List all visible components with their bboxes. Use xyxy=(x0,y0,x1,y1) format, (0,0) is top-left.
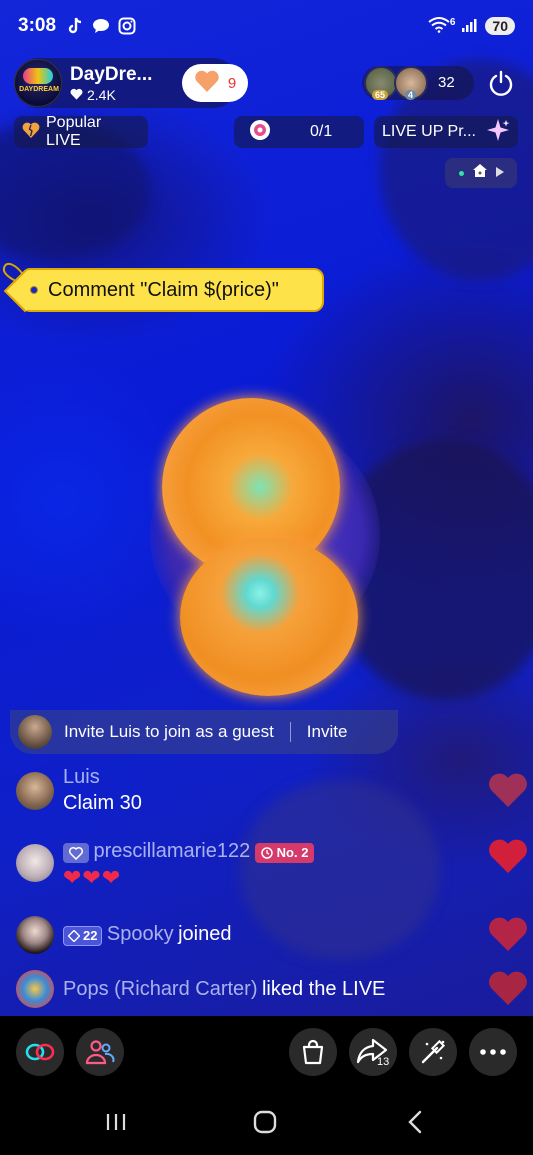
gift-goal-chip[interactable]: 0/1 xyxy=(234,116,364,148)
more-options-button[interactable] xyxy=(469,1028,517,1076)
power-icon xyxy=(489,70,513,96)
online-dot-icon xyxy=(458,170,464,176)
orange-heart-icon xyxy=(194,70,220,97)
home-icon xyxy=(472,163,488,183)
chat-text: joined xyxy=(178,923,232,945)
magic-wand-icon xyxy=(421,1039,446,1064)
chat-username[interactable]: Spooky xyxy=(107,923,174,945)
bottom-action-bar: 13 xyxy=(0,1016,533,1088)
diamond-icon xyxy=(68,929,80,942)
chat-username[interactable]: Pops (Richard Carter) xyxy=(63,978,258,1000)
heart-icon xyxy=(70,87,83,103)
host-logo-text: DAYDREAM xyxy=(19,86,59,93)
host-name: DayDre... xyxy=(70,63,153,85)
floating-heart-icon xyxy=(488,970,528,1011)
chat-message[interactable]: prescillamarie122 No. 2 ❤❤❤ xyxy=(16,840,476,896)
gift-goal-progress: 0/1 xyxy=(310,123,333,140)
chat-avatar[interactable] xyxy=(16,772,54,810)
floating-heart-icon xyxy=(488,772,528,813)
guest-invite-bar: Invite Luis to join as a guest Invite xyxy=(10,710,398,754)
guest-invite-text: Invite Luis to join as a guest xyxy=(64,722,274,741)
rank-badge-label: No. 2 xyxy=(276,845,309,861)
chat-avatar[interactable] xyxy=(16,916,54,954)
comment-prompt-tag: Comment "Claim $(price)" xyxy=(22,268,324,312)
fan-level-badge xyxy=(63,842,89,863)
guest-avatar xyxy=(18,715,52,749)
recent-apps-button[interactable] xyxy=(104,1112,128,1137)
comment-prompt-text: Comment "Claim $(price)" xyxy=(48,278,279,301)
home-nav-button[interactable] xyxy=(253,1110,279,1139)
wifi-label: 6 xyxy=(449,16,456,28)
broken-heart-icon xyxy=(22,122,40,143)
chat-avatar[interactable] xyxy=(16,970,54,1008)
battery-indicator: 70 xyxy=(485,17,515,35)
tiktok-icon xyxy=(66,17,84,35)
more-dots-icon xyxy=(480,1049,506,1055)
home-nav-icon xyxy=(253,1110,277,1134)
chat-bubble-icon xyxy=(92,17,110,35)
chat-message[interactable]: 22 Spooky joined xyxy=(16,916,476,956)
shop-button[interactable] xyxy=(289,1028,337,1076)
viewer-badge: 4 xyxy=(405,90,417,100)
invite-button[interactable]: Invite xyxy=(307,722,348,742)
host-likes-count: 2.4K xyxy=(87,86,116,103)
gift-goal-icon xyxy=(248,118,272,147)
chat-username[interactable]: prescillamarie122 xyxy=(93,840,250,862)
signal-icon xyxy=(461,18,479,35)
link-icon xyxy=(25,1043,55,1061)
status-time: 3:08 xyxy=(18,15,57,36)
popular-live-label: Popular LIVE xyxy=(46,114,102,149)
host-logo-graphic xyxy=(23,68,53,84)
shopping-bag-icon xyxy=(302,1039,324,1065)
tag-hole xyxy=(30,286,38,294)
host-profile-pill[interactable]: DAYDREAM DayDre... 2.4K 9 xyxy=(14,58,248,108)
live-up-label: LIVE UP Pr... xyxy=(382,123,476,140)
rank-badge: No. 2 xyxy=(254,842,315,863)
chat-text: Claim 30 xyxy=(63,792,142,814)
people-icon xyxy=(85,1040,115,1065)
back-nav-button[interactable] xyxy=(406,1110,424,1139)
viewer-count[interactable]: 32 xyxy=(438,74,455,91)
play-icon xyxy=(495,164,504,182)
viewer-badge: 65 xyxy=(372,90,389,100)
multi-guest-button[interactable] xyxy=(76,1028,124,1076)
exit-power-button[interactable] xyxy=(484,66,518,100)
heart-badge-icon xyxy=(69,846,83,860)
host-avatar[interactable]: DAYDREAM xyxy=(14,59,62,107)
wifi-icon xyxy=(428,16,450,36)
room-control-button[interactable] xyxy=(445,158,517,188)
system-navigation-bar xyxy=(0,1088,533,1155)
coral-polyp-bottom xyxy=(180,538,358,696)
effects-button[interactable] xyxy=(409,1028,457,1076)
recent-apps-icon xyxy=(106,1114,126,1130)
chat-text: liked the LIVE xyxy=(261,978,386,1000)
viewer-avatar[interactable]: 65 xyxy=(364,66,398,100)
clock-icon xyxy=(260,847,273,859)
chat-text: ❤❤❤ xyxy=(63,865,122,890)
sparkle-icon xyxy=(486,118,510,147)
follow-heart-count: 9 xyxy=(227,74,237,92)
share-button[interactable]: 13 xyxy=(349,1028,397,1076)
back-nav-icon xyxy=(408,1110,422,1134)
follow-heart-button[interactable]: 9 xyxy=(182,64,248,102)
level-badge: 22 xyxy=(63,925,103,946)
floating-heart-icon xyxy=(488,838,528,879)
host-likes: 2.4K xyxy=(70,87,166,103)
chat-message[interactable]: Pops (Richard Carter) liked the LIVE xyxy=(16,970,476,1010)
chat-avatar[interactable] xyxy=(16,844,54,882)
chat-username[interactable]: Luis xyxy=(63,766,142,789)
viewer-list[interactable]: 65 4 32 xyxy=(362,66,474,100)
chat-message[interactable]: Luis Claim 30 xyxy=(16,766,476,826)
viewer-avatar[interactable]: 4 xyxy=(394,66,428,100)
link-guests-button[interactable] xyxy=(16,1028,64,1076)
floating-heart-icon xyxy=(488,916,528,957)
share-count: 13 xyxy=(377,1056,390,1068)
status-bar: 3:08 6 70 xyxy=(0,0,533,52)
popular-live-chip[interactable]: Popular LIVE xyxy=(14,114,148,149)
instagram-icon xyxy=(118,17,136,35)
level-badge-value: 22 xyxy=(83,928,98,944)
live-up-chip[interactable]: LIVE UP Pr... xyxy=(374,116,518,148)
divider xyxy=(289,722,291,742)
